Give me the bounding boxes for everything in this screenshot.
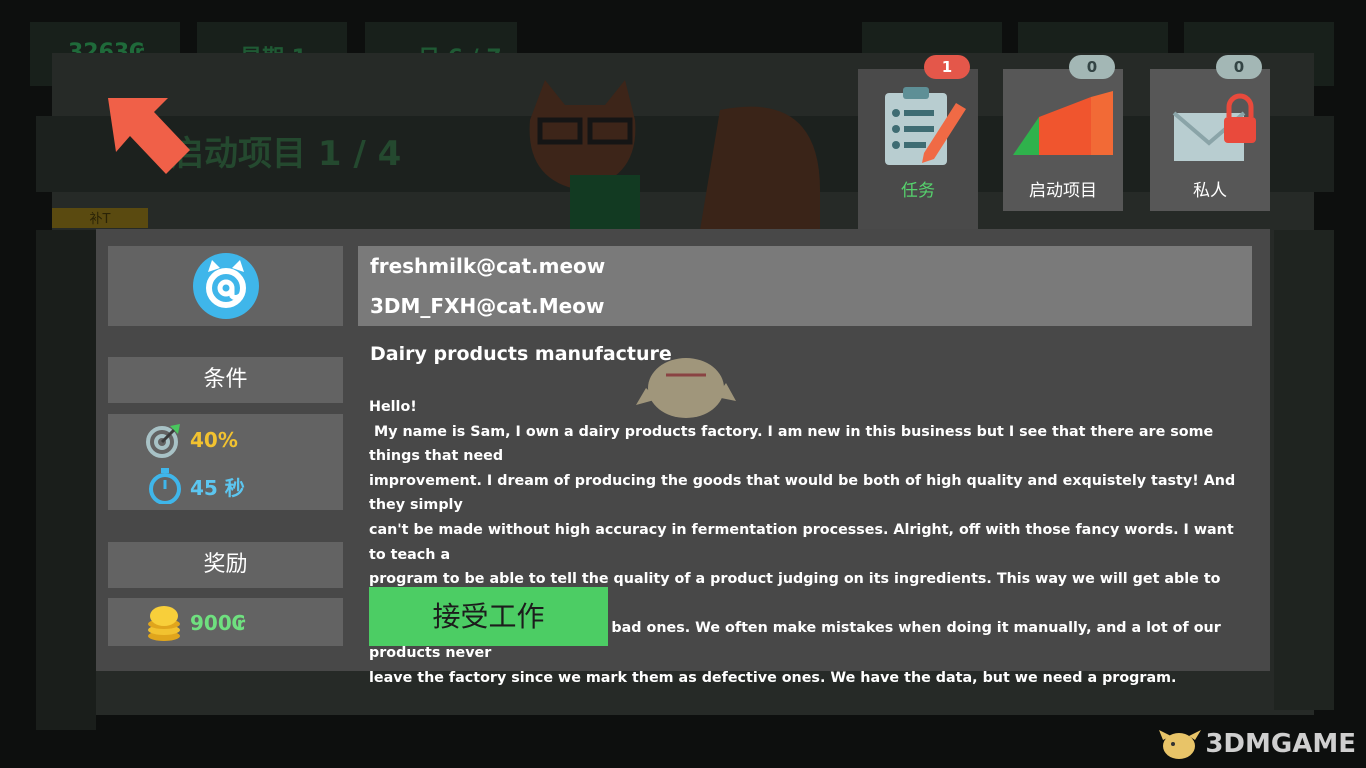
tab-tasks[interactable]: 1 任务 bbox=[858, 55, 978, 229]
watermark-text: 3DMGAME bbox=[1205, 729, 1356, 759]
email-header-box: freshmilk@cat.meow 3DM_FXH@cat.Meow bbox=[358, 246, 1252, 326]
private-badge: 0 bbox=[1216, 55, 1262, 79]
reward-value: 900₢ bbox=[190, 611, 246, 635]
time-value: 45 秒 bbox=[190, 475, 245, 500]
target-icon bbox=[146, 424, 180, 458]
locked-mail-icon bbox=[1172, 93, 1256, 161]
startup-badge: 0 bbox=[1069, 55, 1115, 79]
background-right-column bbox=[1274, 230, 1334, 710]
sender-email: freshmilk@cat.meow bbox=[370, 254, 606, 278]
cat-mascot-icon bbox=[529, 80, 820, 230]
conditions-box: 40% 45 秒 bbox=[108, 414, 343, 510]
accept-job-button[interactable]: 接受工作 bbox=[369, 587, 608, 646]
job-subject: Dairy products manufacture bbox=[370, 343, 672, 365]
coin-stack-icon bbox=[148, 606, 180, 641]
reward-header: 奖励 bbox=[108, 542, 343, 588]
watermark-logo-icon bbox=[1159, 730, 1202, 759]
tab-startup-label: 启动项目 bbox=[1029, 181, 1097, 201]
tab-private-label: 私人 bbox=[1193, 181, 1227, 201]
tab-startup-projects[interactable]: 0 启动项目 bbox=[1003, 55, 1123, 211]
at-cat-icon bbox=[193, 253, 259, 319]
tab-tasks-label: 任务 bbox=[901, 181, 935, 201]
task-detail-panel: 条件 40% 45 秒 奖励 900₢ freshmilk@cat.meow 3… bbox=[96, 229, 1270, 686]
back-arrow-icon[interactable] bbox=[108, 98, 190, 176]
reward-label: 奖励 bbox=[203, 552, 248, 577]
growth-chart-icon bbox=[1013, 91, 1113, 155]
background-left-column bbox=[36, 230, 96, 730]
accuracy-value: 40% bbox=[190, 428, 238, 452]
conditions-header: 条件 bbox=[108, 357, 343, 403]
sender-avatar-box bbox=[108, 246, 343, 326]
reward-box: 900₢ bbox=[108, 598, 343, 646]
accuracy-row: 40% bbox=[146, 422, 238, 458]
recipient-email: 3DM_FXH@cat.Meow bbox=[370, 294, 605, 318]
background-tag: 补T bbox=[52, 208, 148, 228]
background-project-title: 启动项目 1 / 4 bbox=[170, 134, 402, 174]
clipboard-icon bbox=[885, 87, 966, 165]
tasks-badge: 1 bbox=[924, 55, 970, 79]
time-row: 45 秒 bbox=[148, 468, 245, 504]
conditions-label: 条件 bbox=[203, 367, 248, 392]
tab-private[interactable]: 0 私人 bbox=[1150, 55, 1270, 211]
reward-row: 900₢ bbox=[146, 604, 246, 642]
stopwatch-icon bbox=[149, 468, 181, 504]
watermark: 3DMGAME bbox=[1159, 726, 1356, 762]
